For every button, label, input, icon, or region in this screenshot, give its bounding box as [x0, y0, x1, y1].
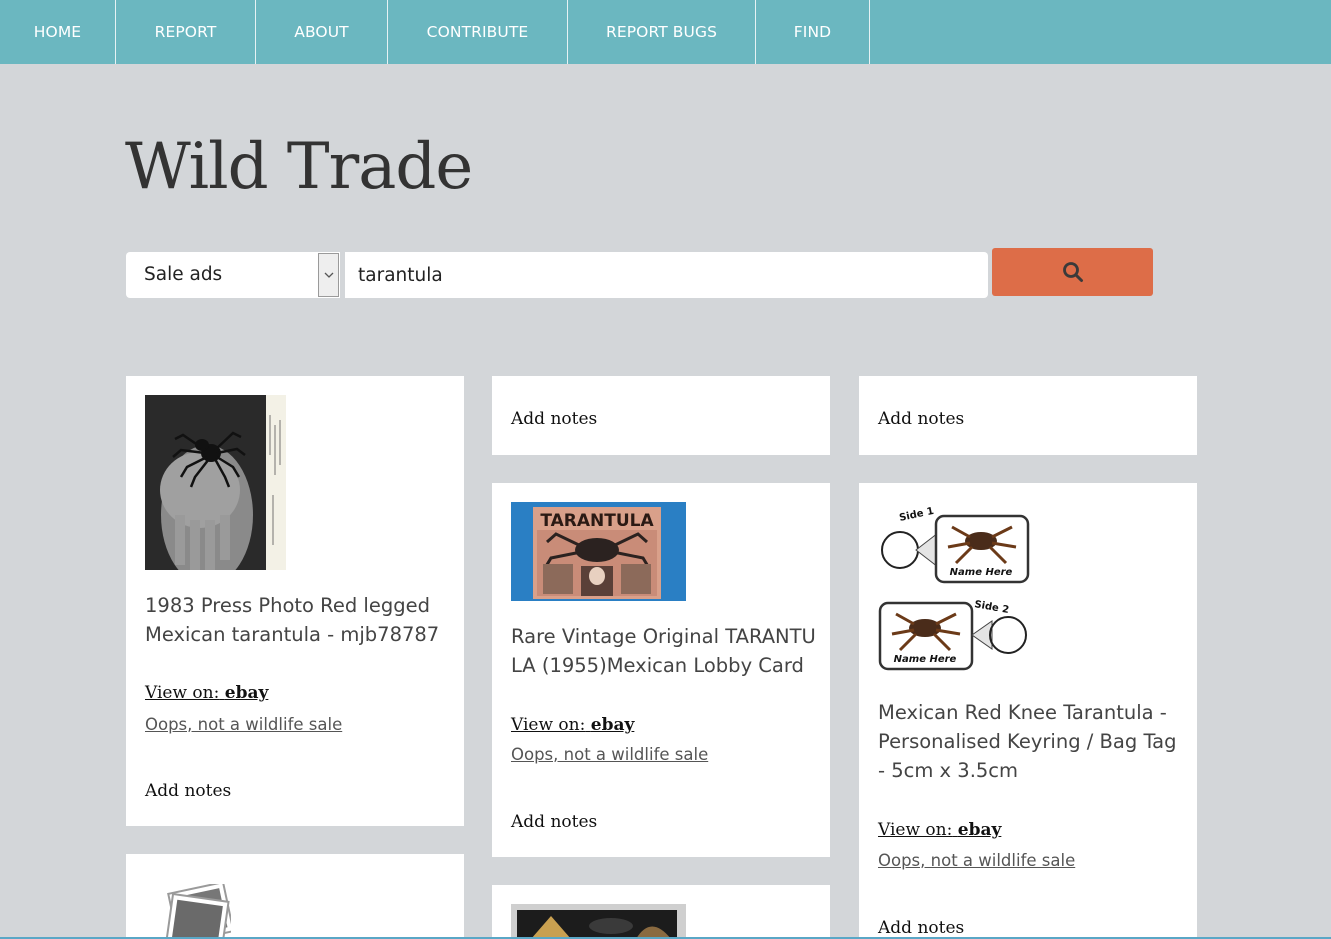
view-on-link[interactable]: View on: ebay	[511, 715, 634, 735]
nav-contribute[interactable]: CONTRIBUTE	[388, 0, 568, 64]
top-nav: HOME REPORT ABOUT CONTRIBUTE REPORT BUGS…	[0, 0, 1331, 64]
add-notes-link[interactable]: Add notes	[511, 812, 597, 832]
view-on-label: View on:	[511, 715, 586, 735]
nav-report-bugs[interactable]: REPORT BUGS	[568, 0, 756, 64]
nav-about[interactable]: ABOUT	[256, 0, 388, 64]
listing-card	[126, 854, 464, 939]
source-name: ebay	[590, 715, 635, 735]
view-on-label: View on:	[145, 683, 220, 703]
search-type-select[interactable]: Sale ads	[126, 252, 340, 298]
view-on-link[interactable]: View on: ebay	[878, 820, 1001, 840]
view-on-label: View on:	[878, 820, 953, 840]
search-icon	[1062, 262, 1083, 282]
listing-card	[492, 885, 830, 939]
listing-image[interactable]	[511, 904, 686, 939]
source-name: ebay	[224, 683, 269, 703]
listing-image[interactable]: Side 1 Name Here Side 2 Name Here	[878, 505, 1030, 671]
listing-card: 1983 Press Photo Red legged Mexican tara…	[126, 376, 464, 826]
listing-card: Add notes	[492, 376, 830, 455]
not-wildlife-link[interactable]: Oops, not a wildlife sale	[878, 851, 1075, 870]
site-title: Wild Trade	[125, 130, 473, 204]
add-notes-link[interactable]: Add notes	[145, 781, 231, 801]
listing-image[interactable]	[145, 395, 286, 570]
not-wildlife-link[interactable]: Oops, not a wildlife sale	[511, 745, 708, 764]
not-wildlife-link[interactable]: Oops, not a wildlife sale	[145, 715, 342, 734]
listing-image[interactable]: TARANTULA	[511, 502, 686, 601]
search-button[interactable]	[992, 248, 1153, 296]
listing-card: Add notes	[859, 376, 1197, 455]
name-here-label-1: Name Here	[950, 567, 1013, 578]
add-notes-link[interactable]: Add notes	[878, 409, 964, 429]
nav-report[interactable]: REPORT	[116, 0, 256, 64]
search-input[interactable]	[345, 252, 988, 298]
listing-title[interactable]: Rare Vintage Original TARANTULA (1955)Me…	[511, 622, 816, 680]
listing-card: TARANTULA Rare Vintage Original TARANTUL…	[492, 483, 830, 857]
nav-home[interactable]: HOME	[0, 0, 116, 64]
nav-find[interactable]: FIND	[756, 0, 870, 64]
listing-title[interactable]: Mexican Red Knee Tarantula - Personalise…	[878, 698, 1183, 785]
chevron-down-icon[interactable]	[318, 253, 339, 297]
listing-title[interactable]: 1983 Press Photo Red legged Mexican tara…	[145, 591, 450, 649]
add-notes-link[interactable]: Add notes	[511, 409, 597, 429]
source-name: ebay	[957, 820, 1002, 840]
photo-placeholder-icon[interactable]	[145, 884, 231, 939]
search-type-value: Sale ads	[144, 264, 223, 285]
image-caption: TARANTULA	[540, 511, 654, 531]
add-notes-link[interactable]: Add notes	[878, 918, 964, 938]
view-on-link[interactable]: View on: ebay	[145, 683, 268, 703]
name-here-label-2: Name Here	[894, 654, 957, 665]
listing-card: Side 1 Name Here Side 2 Name Here Mexica…	[859, 483, 1197, 939]
